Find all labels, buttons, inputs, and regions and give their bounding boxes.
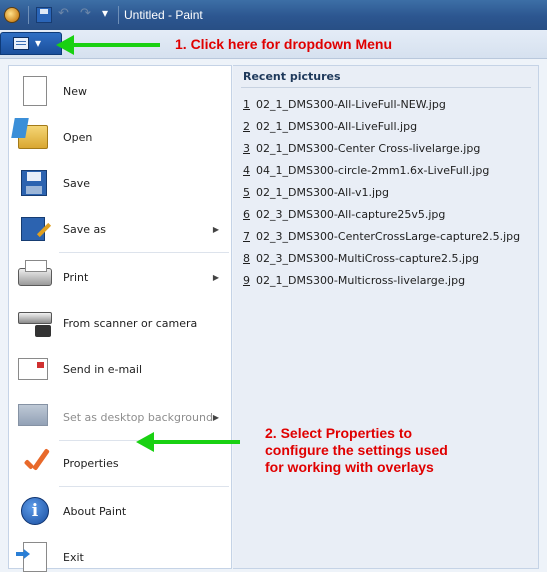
open-folder-icon [18, 125, 48, 149]
menu-item-label: About Paint [63, 504, 127, 518]
recent-item-number: 3 [243, 142, 250, 155]
recent-item-filename: 02_3_DMS300-CenterCrossLarge-capture2.5.… [256, 230, 521, 243]
menu-item-label: Properties [63, 456, 119, 470]
file-menu-icon [13, 37, 29, 50]
menu-separator [59, 252, 229, 253]
checkmark-icon [18, 446, 52, 480]
menu-item-print[interactable]: Print ▶ [9, 254, 231, 300]
menu-commands-pane: New Open Save Save as ▶ Print ▶ From scanner or… [8, 65, 232, 572]
menu-item-exit[interactable]: Exit [9, 534, 231, 572]
recent-picture-item[interactable]: 6 02_3_DMS300-All-capture25v5.jpg [243, 208, 445, 221]
recent-picture-item[interactable]: 1 02_1_DMS300-All-LiveFull-NEW.jpg [243, 98, 446, 111]
submenu-arrow-icon: ▶ [212, 272, 219, 282]
customize-dropdown-icon[interactable]: ▾ [102, 6, 118, 22]
recent-item-filename: 02_1_DMS300-All-v1.jpg [256, 186, 389, 199]
annotation-step2: 2. Select Properties to configure the se… [265, 425, 448, 476]
info-icon [21, 497, 49, 525]
quick-save-icon[interactable] [36, 7, 52, 23]
menu-item-label: Open [63, 130, 93, 144]
recent-item-number: 1 [243, 98, 250, 111]
annotation-step2-line2: configure the settings used [265, 442, 448, 458]
printer-icon [18, 260, 52, 286]
menu-item-label: Send in e-mail [63, 362, 143, 376]
recent-item-number: 4 [243, 164, 250, 177]
recent-item-number: 5 [243, 186, 250, 199]
recent-item-filename: 02_1_DMS300-Multicross-livelarge.jpg [256, 274, 466, 287]
recent-picture-item[interactable]: 3 02_1_DMS300-Center Cross-livelarge.jpg [243, 142, 480, 155]
annotation-step2-line3: for working with overlays [265, 459, 434, 475]
recent-item-number: 2 [243, 120, 250, 133]
email-icon [18, 358, 48, 380]
recent-item-filename: 02_1_DMS300-All-LiveFull.jpg [256, 120, 418, 133]
recent-item-filename: 02_3_DMS300-All-capture25v5.jpg [256, 208, 446, 221]
menu-item-send-in-e-mail[interactable]: Send in e-mail [9, 346, 231, 392]
chevron-down-icon: ▾ [35, 36, 42, 50]
new-document-icon [23, 76, 47, 106]
menu-item-label: Exit [63, 550, 84, 564]
recent-pictures-title: Recent pictures [243, 70, 341, 83]
paint-logo-icon[interactable] [4, 7, 20, 23]
menu-item-set-as-desktop-background: Set as desktop background ▶ [9, 394, 231, 440]
recent-picture-item[interactable]: 7 02_3_DMS300-CenterCrossLarge-capture2.5… [243, 230, 520, 243]
annotation-step1: 1. Click here for dropdown Menu [175, 36, 393, 52]
menu-item-label: Save as [63, 222, 106, 236]
recent-item-filename: 02_1_DMS300-All-LiveFull-NEW.jpg [256, 98, 446, 111]
annotation-arrow-2 [136, 432, 240, 452]
window-title: Untitled - Paint [124, 8, 203, 22]
menu-item-open[interactable]: Open [9, 114, 231, 160]
recent-divider [241, 87, 531, 88]
recent-item-filename: 04_1_DMS300-circle-2mm1.6x-LiveFull.jpg [256, 164, 490, 177]
desktop-background-icon [18, 404, 48, 426]
recent-item-number: 7 [243, 230, 250, 243]
menu-item-new[interactable]: New [9, 68, 231, 114]
title-bar: ↶ ↷ ▾ Untitled - Paint [0, 0, 547, 30]
annotation-step2-line1: 2. Select Properties to [265, 425, 413, 441]
recent-item-filename: 02_1_DMS300-Center Cross-livelarge.jpg [256, 142, 481, 155]
recent-item-filename: 02_3_DMS300-MultiCross-capture2.5.jpg [256, 252, 480, 265]
recent-picture-item[interactable]: 2 02_1_DMS300-All-LiveFull.jpg [243, 120, 417, 133]
submenu-arrow-icon: ▶ [212, 412, 219, 422]
menu-item-label: New [63, 84, 87, 98]
recent-picture-item[interactable]: 9 02_1_DMS300-Multicross-livelarge.jpg [243, 274, 465, 287]
menu-item-from-scanner-or-camera[interactable]: From scanner or camera [9, 300, 231, 346]
menu-item-properties[interactable]: Properties [9, 440, 231, 486]
recent-pictures-pane: Recent pictures 1 02_1_DMS300-All-LiveFul… [233, 65, 539, 569]
menu-item-label: Set as desktop background [63, 410, 213, 424]
scanner-icon [18, 312, 52, 337]
menu-item-label: Save [63, 176, 91, 190]
menu-item-about-paint[interactable]: About Paint [9, 488, 231, 534]
menu-item-label: From scanner or camera [63, 316, 198, 330]
recent-picture-item[interactable]: 5 02_1_DMS300-All-v1.jpg [243, 186, 389, 199]
file-menu-button[interactable]: ▾ [0, 32, 62, 55]
application-menu: New Open Save Save as ▶ Print ▶ From scanner or… [0, 58, 547, 572]
floppy-icon [21, 170, 47, 196]
recent-picture-item[interactable]: 8 02_3_DMS300-MultiCross-capture2.5.jpg [243, 252, 479, 265]
recent-item-number: 8 [243, 252, 250, 265]
menu-item-save[interactable]: Save [9, 160, 231, 206]
recent-item-number: 9 [243, 274, 250, 287]
menu-item-save-as[interactable]: Save as ▶ [9, 206, 231, 252]
titlebar-separator [118, 6, 119, 24]
submenu-arrow-icon: ▶ [212, 224, 219, 234]
undo-icon[interactable]: ↶ [58, 6, 74, 22]
redo-icon[interactable]: ↷ [80, 6, 96, 22]
titlebar-separator [28, 6, 29, 24]
save-as-icon [21, 217, 45, 241]
recent-picture-item[interactable]: 4 04_1_DMS300-circle-2mm1.6x-LiveFull.jpg [243, 164, 489, 177]
menu-item-label: Print [63, 270, 89, 284]
annotation-arrow-1 [56, 35, 160, 55]
menu-separator [59, 486, 229, 487]
exit-icon [23, 542, 47, 572]
recent-item-number: 6 [243, 208, 250, 221]
